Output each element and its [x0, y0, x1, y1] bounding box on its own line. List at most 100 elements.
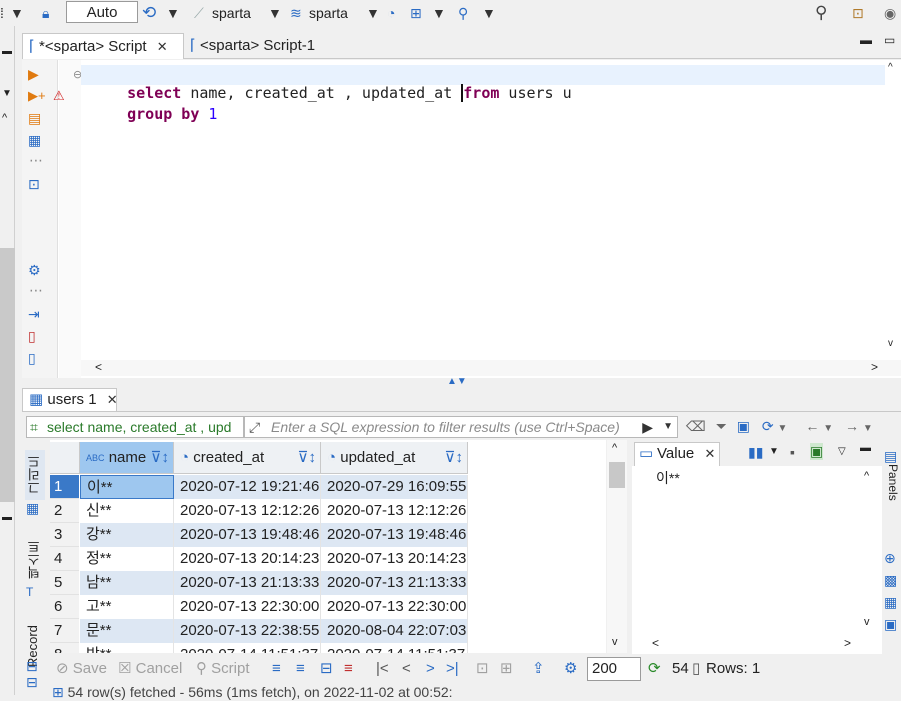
- cell-updated-at[interactable]: 2020-07-14 11:51:37: [321, 643, 468, 653]
- terminal-icon[interactable]: ⊡: [28, 176, 40, 193]
- edit-row-icon[interactable]: ≡: [272, 659, 281, 679]
- execute-new-tab-icon[interactable]: ▶+: [28, 88, 46, 104]
- cell-created-at[interactable]: 2020-07-13 19:48:46: [174, 523, 321, 547]
- aggregate-icon[interactable]: ▩: [884, 572, 897, 589]
- prev-page-icon[interactable]: <: [402, 659, 411, 679]
- query-preview[interactable]: ⌗ select name, created_at , upd: [26, 416, 244, 438]
- search-icon[interactable]: ⚲: [815, 3, 827, 23]
- datasource-select[interactable]: sparta: [212, 3, 251, 23]
- editor-vertical-scrollbar[interactable]: ^ v: [885, 60, 901, 360]
- chevron-down-icon[interactable]: v: [612, 636, 618, 648]
- perspective-icon[interactable]: ⊡: [852, 3, 864, 23]
- sort-filter-icon[interactable]: ⊽↕: [151, 442, 169, 474]
- add-row-icon[interactable]: ≡: [296, 659, 305, 679]
- transaction-mode-select[interactable]: Auto: [66, 1, 138, 23]
- maximize-icon[interactable]: ▭: [884, 33, 895, 47]
- cell-updated-at[interactable]: 2020-07-13 20:14:23: [321, 547, 468, 571]
- script-button[interactable]: ⚲ Script: [196, 659, 250, 679]
- chevron-down-icon[interactable]: ▼: [166, 3, 180, 23]
- tab-text[interactable]: 텍스트: [25, 536, 45, 584]
- copy-row-icon[interactable]: ⊟: [320, 659, 333, 679]
- row-number[interactable]: 8: [50, 643, 79, 653]
- explain-plan-icon[interactable]: ▦: [28, 132, 41, 149]
- minimize-icon[interactable]: ▬: [860, 442, 871, 454]
- scroll-thumb[interactable]: [609, 462, 625, 488]
- execute-script-icon[interactable]: ▤: [28, 110, 41, 127]
- chevron-down-icon[interactable]: ▼: [2, 88, 12, 99]
- book-icon[interactable]: ▮▮: [748, 444, 763, 461]
- cell-name[interactable]: 강**: [80, 523, 174, 547]
- export-icon[interactable]: ⇪: [532, 659, 545, 679]
- chevron-down-icon[interactable]: ▼: [482, 3, 496, 23]
- schema-select[interactable]: sparta: [309, 3, 348, 23]
- value-content[interactable]: 이**: [656, 468, 680, 488]
- next-page-icon[interactable]: >: [426, 659, 435, 679]
- chevron-left-icon[interactable]: <: [95, 360, 102, 374]
- chevron-up-icon[interactable]: ^: [864, 470, 869, 482]
- save-icon[interactable]: ▪: [790, 444, 795, 460]
- minimize-icon[interactable]: ▬: [2, 46, 12, 57]
- chevron-left-icon[interactable]: <: [652, 636, 659, 650]
- left-edge-scrollbar[interactable]: ▬ ▼ ^ ▬: [0, 26, 15, 695]
- chevron-down-icon[interactable]: ▼: [863, 423, 873, 434]
- gear-icon[interactable]: ⚙: [564, 659, 577, 679]
- row-number[interactable]: 7: [50, 619, 79, 643]
- cancel-button[interactable]: ☒ Cancel: [118, 659, 182, 679]
- tab-panels[interactable]: Panels: [884, 464, 900, 516]
- minimize-icon[interactable]: ▬: [2, 512, 12, 523]
- column-header-created-at[interactable]: ◔ created_at ⊽↕: [174, 442, 321, 474]
- row-number[interactable]: 1: [50, 475, 79, 499]
- eraser-icon[interactable]: ⌫: [686, 418, 706, 434]
- chevron-down-icon[interactable]: ▼: [432, 3, 446, 23]
- navigator-icon[interactable]: ⊞: [410, 3, 422, 23]
- refresh-settings-icon[interactable]: ⟳: [762, 418, 774, 434]
- chevron-down-icon[interactable]: v: [864, 616, 870, 628]
- sash-toggle-icon[interactable]: ▲▼: [447, 376, 467, 387]
- close-icon[interactable]: ✕: [704, 446, 715, 461]
- cell-created-at[interactable]: 2020-07-13 12:12:26: [174, 499, 321, 523]
- cell-created-at[interactable]: 2020-07-12 19:21:46: [174, 475, 321, 499]
- cell-name[interactable]: 박**: [80, 643, 174, 653]
- execute-statement-icon[interactable]: ▶: [28, 66, 39, 83]
- cell-updated-at[interactable]: 2020-07-13 22:30:00: [321, 595, 468, 619]
- row-number[interactable]: 6: [50, 595, 79, 619]
- chevron-down-icon[interactable]: v: [888, 338, 893, 349]
- save-to-file-icon[interactable]: ▣: [810, 443, 824, 460]
- fit-icon[interactable]: ⊞: [500, 659, 513, 679]
- column-header-updated-at[interactable]: ◔ updated_at ⊽↕: [321, 442, 468, 474]
- chevron-up-icon[interactable]: ^: [888, 62, 893, 73]
- grouping-icon[interactable]: ▦: [884, 594, 897, 611]
- first-page-icon[interactable]: |<: [376, 659, 389, 679]
- record-mode-icon[interactable]: ⊟: [26, 658, 38, 675]
- tab-script-1[interactable]: ⌈ <sparta> Script-1: [188, 33, 338, 59]
- sort-filter-icon[interactable]: ⊽↕: [298, 442, 316, 474]
- arrow-right-icon[interactable]: →: [845, 418, 859, 434]
- row-number[interactable]: 3: [50, 523, 79, 547]
- last-page-icon[interactable]: >|: [446, 659, 459, 679]
- grid-vertical-scrollbar[interactable]: ^ v: [607, 440, 627, 653]
- row-number[interactable]: 4: [50, 547, 79, 571]
- cell-name[interactable]: 신**: [80, 499, 174, 523]
- delete-row-icon[interactable]: ≡: [344, 659, 353, 679]
- play-icon[interactable]: ▶: [642, 417, 653, 437]
- editor-horizontal-scrollbar[interactable]: < >: [81, 360, 901, 376]
- lock-icon[interactable]: 🔒︎: [42, 3, 49, 23]
- cell-updated-at[interactable]: 2020-07-13 12:12:26: [321, 499, 468, 523]
- cell-updated-at[interactable]: 2020-07-29 16:09:55: [321, 475, 468, 499]
- save-button[interactable]: ⊘ Save: [56, 659, 107, 679]
- close-icon[interactable]: ✕: [107, 392, 118, 407]
- cell-name[interactable]: 이**: [80, 475, 174, 499]
- chevron-down-icon[interactable]: ▼: [366, 3, 380, 23]
- expand-icon[interactable]: ⤢: [249, 417, 260, 437]
- dashboard-icon[interactable]: ◔: [387, 3, 395, 23]
- fetch-size-input[interactable]: 200: [587, 657, 641, 681]
- results-grid[interactable]: ABC name ⊽↕ ◔ created_at ⊽↕ ◔ updated_at…: [50, 440, 606, 653]
- cell-name[interactable]: 정**: [80, 547, 174, 571]
- cell-name[interactable]: 남**: [80, 571, 174, 595]
- cell-created-at[interactable]: 2020-07-14 11:51:37: [174, 643, 321, 653]
- file-error-icon[interactable]: ▯: [28, 328, 36, 345]
- cell-updated-at[interactable]: 2020-07-13 19:48:46: [321, 523, 468, 547]
- cell-created-at[interactable]: 2020-07-13 22:30:00: [174, 595, 321, 619]
- search-icon[interactable]: ⚲: [458, 3, 468, 23]
- cell-name[interactable]: 문**: [80, 619, 174, 643]
